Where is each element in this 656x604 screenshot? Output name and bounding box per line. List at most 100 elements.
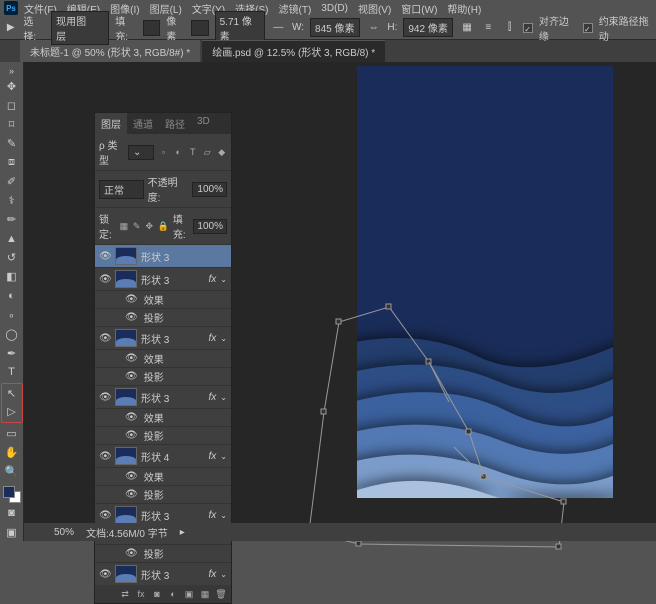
- constrain-checkbox[interactable]: [583, 23, 593, 33]
- menu-view[interactable]: 视图(V): [354, 0, 395, 17]
- layer-effect[interactable]: 👁效果: [95, 468, 231, 486]
- eye-icon[interactable]: 👁: [99, 392, 111, 403]
- tab-doc1[interactable]: 未标题-1 @ 50% (形状 3, RGB/8#) *: [20, 40, 200, 62]
- layer-effect[interactable]: 👁效果: [95, 291, 231, 309]
- quick-select-tool[interactable]: ✎: [3, 135, 21, 152]
- layer-thumb[interactable]: [115, 565, 137, 583]
- layer-effect-item[interactable]: 👁投影: [95, 427, 231, 445]
- layer-item[interactable]: 👁 形状 3 fx⌄: [95, 386, 231, 409]
- layer-item[interactable]: 👁形状 3fx⌄: [95, 268, 231, 291]
- kind-select[interactable]: ⌄: [128, 145, 154, 160]
- adjustment-icon[interactable]: ◐: [167, 588, 179, 600]
- tab-paths[interactable]: 路径: [159, 113, 191, 134]
- marquee-tool[interactable]: ◻: [3, 97, 21, 114]
- hand-tool[interactable]: ✋: [3, 444, 21, 461]
- layer-item[interactable]: 👁形状 3fx⌄: [95, 563, 231, 585]
- eye-icon[interactable]: 👁: [99, 274, 111, 285]
- fx-badge[interactable]: fx: [209, 451, 217, 462]
- lock-trans-icon[interactable]: ▦: [120, 220, 129, 232]
- lock-all-icon[interactable]: 🔒: [158, 220, 169, 232]
- dodge-tool[interactable]: ◯: [3, 326, 21, 343]
- menu-window[interactable]: 窗口(W): [397, 0, 441, 17]
- fill-swatch-icon[interactable]: [143, 20, 160, 36]
- eye-icon[interactable]: 👁: [99, 251, 111, 262]
- fill-input[interactable]: 100%: [193, 219, 227, 234]
- lock-pos-icon[interactable]: ✥: [145, 220, 154, 232]
- path-ops-icon[interactable]: ▦: [459, 20, 474, 36]
- lasso-tool[interactable]: ⌑: [3, 116, 21, 133]
- eye-icon[interactable]: 👁: [99, 451, 111, 462]
- mask-icon[interactable]: ◙: [151, 588, 163, 600]
- tab-doc2[interactable]: 绘画.psd @ 12.5% (形状 3, RGB/8) *: [202, 40, 385, 62]
- chevron-down-icon[interactable]: ⌄: [220, 334, 227, 343]
- layer-name[interactable]: 形状 3: [141, 272, 205, 287]
- direct-select-tool[interactable]: ▷: [3, 403, 21, 421]
- zoom-tool[interactable]: 🔍: [3, 463, 21, 480]
- eye-icon[interactable]: 👁: [125, 353, 138, 364]
- color-swatches[interactable]: [3, 486, 21, 503]
- layer-name[interactable]: 形状 3: [141, 567, 205, 582]
- healing-tool[interactable]: ⚕: [3, 192, 21, 209]
- stamp-tool[interactable]: ▲: [3, 230, 21, 247]
- fg-color-swatch[interactable]: [3, 486, 15, 498]
- shape-tool[interactable]: ▭: [3, 425, 21, 442]
- fx-badge[interactable]: fx: [209, 392, 217, 403]
- chevron-down-icon[interactable]: ⌄: [220, 511, 227, 520]
- layer-item[interactable]: 👁 形状 3: [95, 245, 231, 268]
- type-tool[interactable]: T: [3, 364, 21, 381]
- move-tool[interactable]: ✥: [3, 78, 21, 95]
- h-input[interactable]: 942 像素: [403, 18, 453, 37]
- new-layer-icon[interactable]: ▦: [199, 588, 211, 600]
- layer-effect[interactable]: 👁效果: [95, 350, 231, 368]
- layer-effect[interactable]: 👁效果: [95, 409, 231, 427]
- eye-icon[interactable]: 👁: [125, 471, 138, 482]
- tab-channels[interactable]: 通道: [127, 113, 159, 134]
- fx-badge[interactable]: fx: [209, 510, 217, 521]
- group-icon[interactable]: ▣: [183, 588, 195, 600]
- layer-name[interactable]: 形状 3: [141, 508, 205, 523]
- quick-mask-tool[interactable]: ◙: [3, 505, 21, 522]
- opacity-input[interactable]: 100%: [192, 182, 227, 197]
- eye-icon[interactable]: 👁: [99, 569, 111, 580]
- chevron-down-icon[interactable]: ⌄: [220, 393, 227, 402]
- tab-3d[interactable]: 3D: [191, 113, 216, 134]
- align-icon[interactable]: ≡: [481, 20, 496, 36]
- menu-filter[interactable]: 滤镜(T): [275, 0, 316, 17]
- layer-thumb[interactable]: [115, 506, 137, 524]
- layer-name[interactable]: 形状 3: [141, 390, 205, 405]
- canvas[interactable]: [357, 66, 613, 498]
- layer-name[interactable]: 形状 3: [141, 249, 227, 264]
- history-brush-tool[interactable]: ↺: [3, 249, 21, 266]
- filter-shape-icon[interactable]: ▱: [202, 146, 213, 158]
- eye-icon[interactable]: 👁: [99, 333, 111, 344]
- layer-thumb[interactable]: [115, 388, 137, 406]
- eye-icon[interactable]: 👁: [125, 371, 138, 382]
- lock-paint-icon[interactable]: ✎: [132, 220, 141, 232]
- stroke-swatch-icon[interactable]: [191, 20, 208, 36]
- chevron-down-icon[interactable]: ⌄: [220, 452, 227, 461]
- filter-smart-icon[interactable]: ◆: [216, 146, 227, 158]
- menu-3d[interactable]: 3D(D): [317, 2, 352, 15]
- fx-icon[interactable]: fx: [135, 588, 147, 600]
- fx-badge[interactable]: fx: [209, 274, 217, 285]
- eraser-tool[interactable]: ◧: [3, 268, 21, 285]
- stroke-style-icon[interactable]: —: [271, 20, 286, 36]
- layer-thumb[interactable]: [115, 247, 137, 265]
- chevron-right-icon[interactable]: ▸: [180, 527, 185, 538]
- layer-item[interactable]: 👁形状 3fx⌄: [95, 327, 231, 350]
- link-layers-icon[interactable]: ⇄: [119, 588, 131, 600]
- eye-icon[interactable]: 👁: [125, 294, 138, 305]
- pen-tool[interactable]: ✒: [3, 345, 21, 362]
- trash-icon[interactable]: 🗑: [215, 588, 227, 600]
- eye-icon[interactable]: 👁: [125, 548, 138, 559]
- align-edges-checkbox[interactable]: [523, 23, 533, 33]
- brush-tool[interactable]: ✏: [3, 211, 21, 228]
- path-select-tool[interactable]: ↖: [3, 385, 21, 403]
- layer-effect-item[interactable]: 👁投影: [95, 545, 231, 563]
- fx-badge[interactable]: fx: [209, 333, 217, 344]
- toolbar-toggle-icon[interactable]: »: [3, 66, 21, 76]
- eye-icon[interactable]: 👁: [125, 430, 138, 441]
- eye-icon[interactable]: 👁: [125, 489, 138, 500]
- filter-type-icon[interactable]: T: [187, 146, 198, 158]
- eye-icon[interactable]: 👁: [125, 312, 138, 323]
